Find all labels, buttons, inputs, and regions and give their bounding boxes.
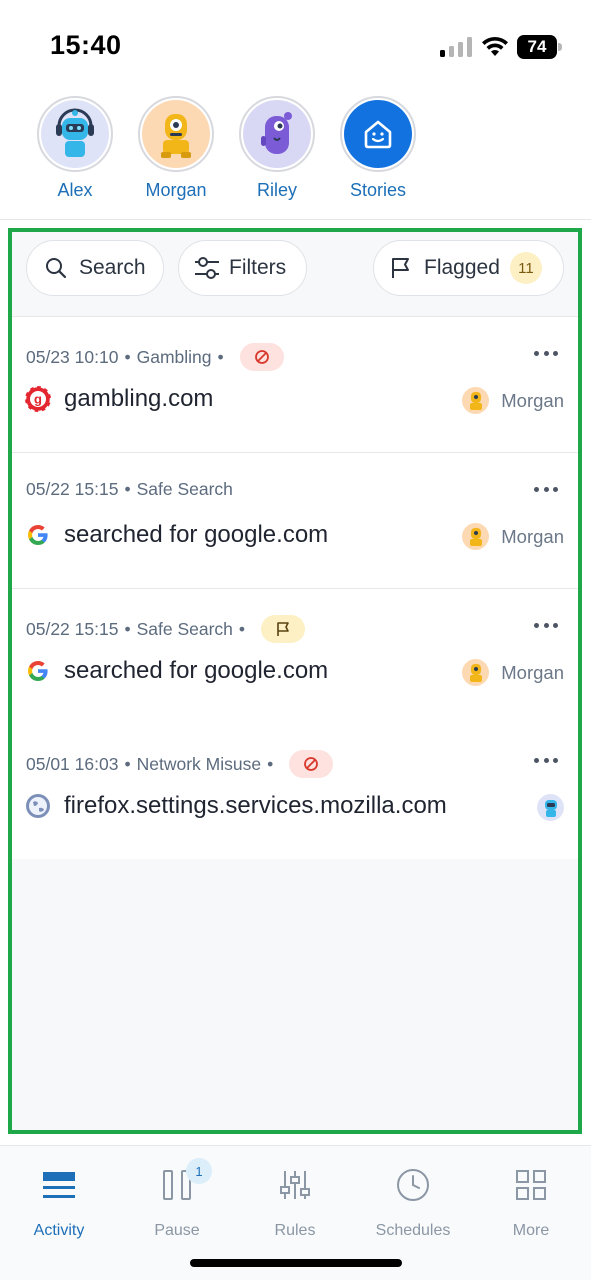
profile-riley[interactable]: Riley: [227, 96, 327, 201]
home-indicator: [190, 1259, 402, 1267]
tab-label: Activity: [33, 1222, 85, 1239]
highlight-frame: [8, 228, 582, 1134]
profile-switcher: Alex Morgan Riley Stories: [0, 96, 591, 216]
tab-label: More: [512, 1222, 550, 1239]
tab-activity[interactable]: Activity: [0, 1164, 118, 1240]
profile-name: Stories: [349, 180, 407, 200]
clock-icon: [354, 1164, 472, 1206]
avatar: [138, 96, 214, 172]
robot-avatar-purple-icon: [243, 100, 311, 168]
equalizer-icon: [236, 1164, 354, 1206]
avatar: [340, 96, 416, 172]
status-time: 15:40: [50, 30, 122, 60]
battery-indicator: 74: [517, 35, 563, 59]
divider: [0, 219, 591, 220]
profile-name: Riley: [256, 180, 297, 200]
activity-list-icon: [0, 1164, 118, 1206]
profile-alex[interactable]: Alex: [25, 96, 125, 201]
profile-name: Morgan: [145, 180, 207, 200]
wifi-icon: [482, 36, 508, 56]
battery-level: 74: [517, 35, 557, 59]
tab-more[interactable]: More: [472, 1164, 590, 1240]
pause-icon: 1: [118, 1158, 236, 1206]
robot-avatar-orange-icon: [142, 100, 210, 168]
tab-label: Pause: [154, 1222, 200, 1239]
avatar: [239, 96, 315, 172]
tab-label: Rules: [274, 1222, 316, 1239]
avatar: [37, 96, 113, 172]
tab-schedules[interactable]: Schedules: [354, 1164, 472, 1240]
profile-stories[interactable]: Stories: [328, 96, 428, 201]
pause-count-badge: 1: [186, 1158, 212, 1184]
profile-morgan[interactable]: Morgan: [126, 96, 226, 201]
tab-label: Schedules: [375, 1222, 451, 1239]
battery-tip: [558, 43, 562, 51]
profile-name: Alex: [57, 180, 93, 200]
robot-avatar-blue-icon: [41, 100, 109, 168]
grid-icon: [472, 1164, 590, 1206]
tab-pause[interactable]: 1 Pause: [118, 1158, 236, 1240]
status-bar: 15:40 74: [0, 0, 591, 90]
home-smile-icon: [344, 100, 412, 168]
tab-rules[interactable]: Rules: [236, 1164, 354, 1240]
cellular-signal-icon: [440, 37, 472, 57]
